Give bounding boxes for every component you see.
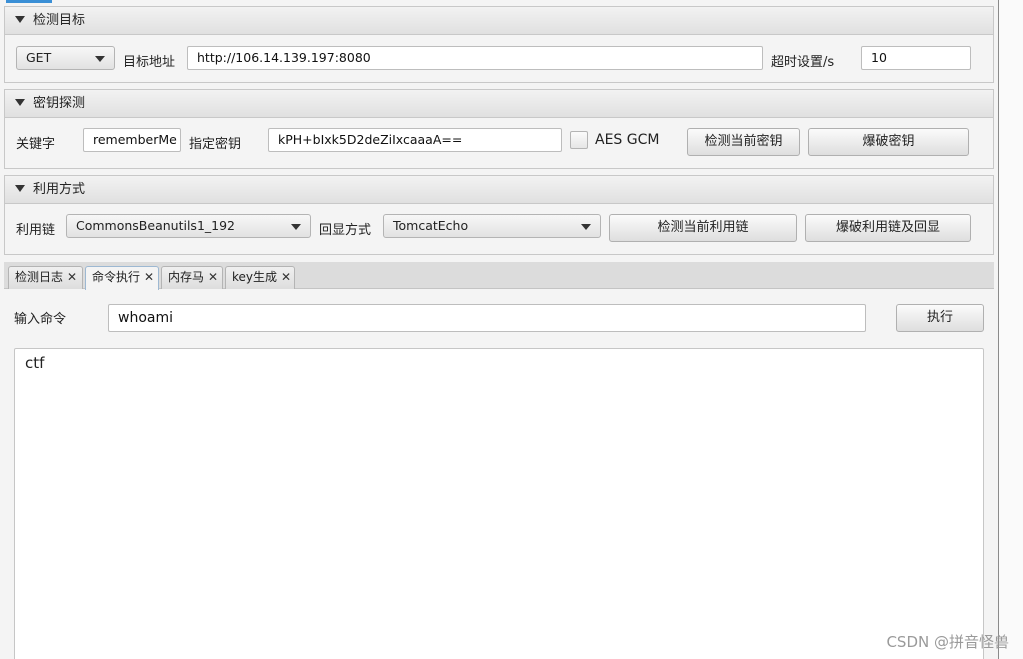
tab-label: 检测日志 xyxy=(15,270,64,284)
echo-select-value: TomcatEcho xyxy=(393,218,469,233)
echo-label: 回显方式 xyxy=(319,223,372,238)
echo-select[interactable]: TomcatEcho xyxy=(383,214,601,238)
tab-bar: 检测日志 ✕ 命令执行 ✕ 内存马 ✕ key生成 ✕ xyxy=(4,262,994,290)
window-edge xyxy=(998,0,1023,659)
chain-select-value: CommonsBeanutils1_192 xyxy=(76,218,236,233)
keyword-input[interactable]: rememberMe xyxy=(83,128,181,152)
url-label: 目标地址 xyxy=(123,55,176,70)
url-input[interactable]: http://106.14.139.197:8080 xyxy=(187,46,763,70)
tab-label: 内存马 xyxy=(168,270,205,284)
collapse-triangle-icon xyxy=(15,185,25,192)
target-pane: 检测目标 xyxy=(4,6,994,83)
aes-gcm-checkbox[interactable] xyxy=(570,131,588,149)
close-icon[interactable]: ✕ xyxy=(281,267,291,288)
key-pane-title: 密钥探测 xyxy=(33,96,86,111)
timeout-input[interactable]: 10 xyxy=(861,46,971,70)
close-icon[interactable]: ✕ xyxy=(208,267,218,288)
chain-select[interactable]: CommonsBeanutils1_192 xyxy=(66,214,311,238)
key-pane-header[interactable]: 密钥探测 xyxy=(5,90,993,118)
tab-command-exec[interactable]: 命令执行 ✕ xyxy=(85,266,159,290)
tab-memory-shell[interactable]: 内存马 ✕ xyxy=(161,266,223,289)
chevron-down-icon xyxy=(95,56,105,62)
collapse-triangle-icon xyxy=(15,16,25,23)
watermark: CSDN @拼音怪兽 xyxy=(886,633,1009,651)
command-label: 输入命令 xyxy=(14,312,67,327)
detect-key-button[interactable]: 检测当前密钥 xyxy=(687,128,800,156)
command-output[interactable]: ctf xyxy=(14,348,984,659)
tab-key-gen[interactable]: key生成 ✕ xyxy=(225,266,295,289)
chevron-down-icon xyxy=(291,224,301,230)
command-output-text: ctf xyxy=(25,354,45,372)
tab-label: 命令执行 xyxy=(92,270,141,284)
command-input[interactable]: whoami xyxy=(108,304,866,332)
keyword-label: 关键字 xyxy=(16,137,56,152)
timeout-label: 超时设置/s xyxy=(771,55,835,70)
target-pane-header[interactable]: 检测目标 xyxy=(5,7,993,35)
detect-chain-button[interactable]: 检测当前利用链 xyxy=(609,214,797,242)
method-select[interactable]: GET xyxy=(16,46,115,70)
brute-key-button[interactable]: 爆破密钥 xyxy=(808,128,969,156)
target-pane-title: 检测目标 xyxy=(33,13,86,28)
exploit-pane-header[interactable]: 利用方式 xyxy=(5,176,993,204)
app-window: 检测目标 GET 目标地址 http://106.14.139.197:8080… xyxy=(0,0,998,659)
key-input[interactable]: kPH+bIxk5D2deZiIxcaaaA== xyxy=(268,128,562,152)
close-icon[interactable]: ✕ xyxy=(144,267,154,288)
top-accent-bar xyxy=(6,0,52,3)
aes-gcm-label: AES GCM xyxy=(595,132,660,148)
method-select-value: GET xyxy=(26,50,52,65)
tab-detect-log[interactable]: 检测日志 ✕ xyxy=(8,266,83,289)
tab-label: key生成 xyxy=(232,270,278,284)
close-icon[interactable]: ✕ xyxy=(67,267,77,288)
collapse-triangle-icon xyxy=(15,99,25,106)
key-label: 指定密钥 xyxy=(189,137,242,152)
brute-chain-button[interactable]: 爆破利用链及回显 xyxy=(805,214,971,242)
exploit-pane-title: 利用方式 xyxy=(33,182,86,197)
execute-button[interactable]: 执行 xyxy=(896,304,984,332)
chain-label: 利用链 xyxy=(16,223,56,238)
chevron-down-icon xyxy=(581,224,591,230)
